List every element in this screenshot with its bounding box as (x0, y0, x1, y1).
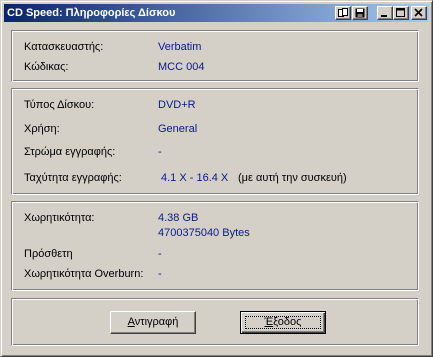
recording-layer-label: Στρώμα εγγραφής: (24, 146, 116, 158)
capacity-row: Χωρητικότητα: 4.38 GB (12, 211, 418, 225)
button-panel (11, 298, 419, 346)
code-row: Κώδικας: MCC 004 (12, 60, 418, 74)
recording-layer-value: - (158, 146, 162, 158)
save-button[interactable] (352, 6, 368, 20)
overburn-value: - (158, 268, 162, 280)
title-bar: CD Speed: Πληροφορίες Δίσκου (4, 4, 429, 22)
usage-label: Χρήση: (24, 123, 60, 135)
usage-row: Χρήση: General (12, 122, 418, 136)
window-title: CD Speed: Πληροφορίες Δίσκου (7, 7, 176, 19)
disc-type-value: DVD+R (158, 99, 196, 111)
disc-info-window: CD Speed: Πληροφορίες Δίσκου Κατασκευαστ… (0, 0, 433, 357)
disc-type-label: Τύπος Δίσκου: (24, 99, 95, 111)
clipboard-icon (338, 8, 348, 17)
code-value: MCC 004 (158, 61, 205, 73)
manufacturer-panel: Κατασκευαστής: Verbatim Κώδικας: MCC 004 (11, 30, 419, 82)
additional-label: Πρόσθετη (24, 248, 73, 260)
write-speed-label: Ταχύτητα εγγραφής: (24, 172, 122, 184)
disc-panel: Τύπος Δίσκου: DVD+R Χρήση: General Στρώμ… (11, 88, 419, 195)
minimize-button[interactable] (377, 6, 393, 20)
capacity-bytes-row: 4700375040 Bytes (12, 226, 418, 240)
maximize-icon (396, 8, 405, 17)
close-icon (414, 8, 423, 17)
additional-row: Πρόσθετη - (12, 247, 418, 261)
close-button[interactable] (411, 6, 427, 20)
usage-value: General (158, 123, 198, 135)
write-speed-value: 4.1 X - 16.4 X (161, 172, 229, 184)
capacity-label: Χωρητικότητα: (24, 212, 95, 224)
copy-button-mnemonic: Α (127, 316, 135, 328)
manufacturer-label: Κατασκευαστής: (24, 41, 104, 53)
additional-value: - (158, 248, 162, 260)
exit-button-mnemonic: Έ (264, 316, 274, 328)
save-disk-icon (355, 8, 365, 18)
write-speed-note: (με αυτή την συσκευή) (238, 172, 347, 184)
write-speed-row: Ταχύτητα εγγραφής: 4.1 X - 16.4 X (με αυ… (12, 171, 418, 185)
minimize-icon (381, 15, 387, 17)
overburn-row: Χωρητικότητα Overburn: - (12, 267, 418, 281)
capacity-panel: Χωρητικότητα: 4.38 GB 4700375040 Bytes Π… (11, 201, 419, 291)
manufacturer-value: Verbatim (158, 41, 202, 53)
copy-to-clipboard-button[interactable] (335, 6, 351, 20)
exit-button[interactable]: Έξοδος (240, 311, 326, 334)
maximize-button[interactable] (393, 6, 409, 20)
overburn-label: Χωρητικότητα Overburn: (24, 268, 144, 280)
copy-button[interactable]: Αντιγραφή (110, 311, 196, 334)
capacity-bytes-value: 4700375040 Bytes (158, 227, 250, 239)
manufacturer-row: Κατασκευαστής: Verbatim (12, 40, 418, 54)
exit-button-label: ξοδος (273, 316, 302, 328)
recording-layer-row: Στρώμα εγγραφής: - (12, 145, 418, 159)
disc-type-row: Τύπος Δίσκου: DVD+R (12, 98, 418, 112)
code-label: Κώδικας: (24, 61, 69, 73)
copy-button-label: ντιγραφή (134, 316, 179, 328)
capacity-gb-value: 4.38 GB (158, 212, 199, 224)
